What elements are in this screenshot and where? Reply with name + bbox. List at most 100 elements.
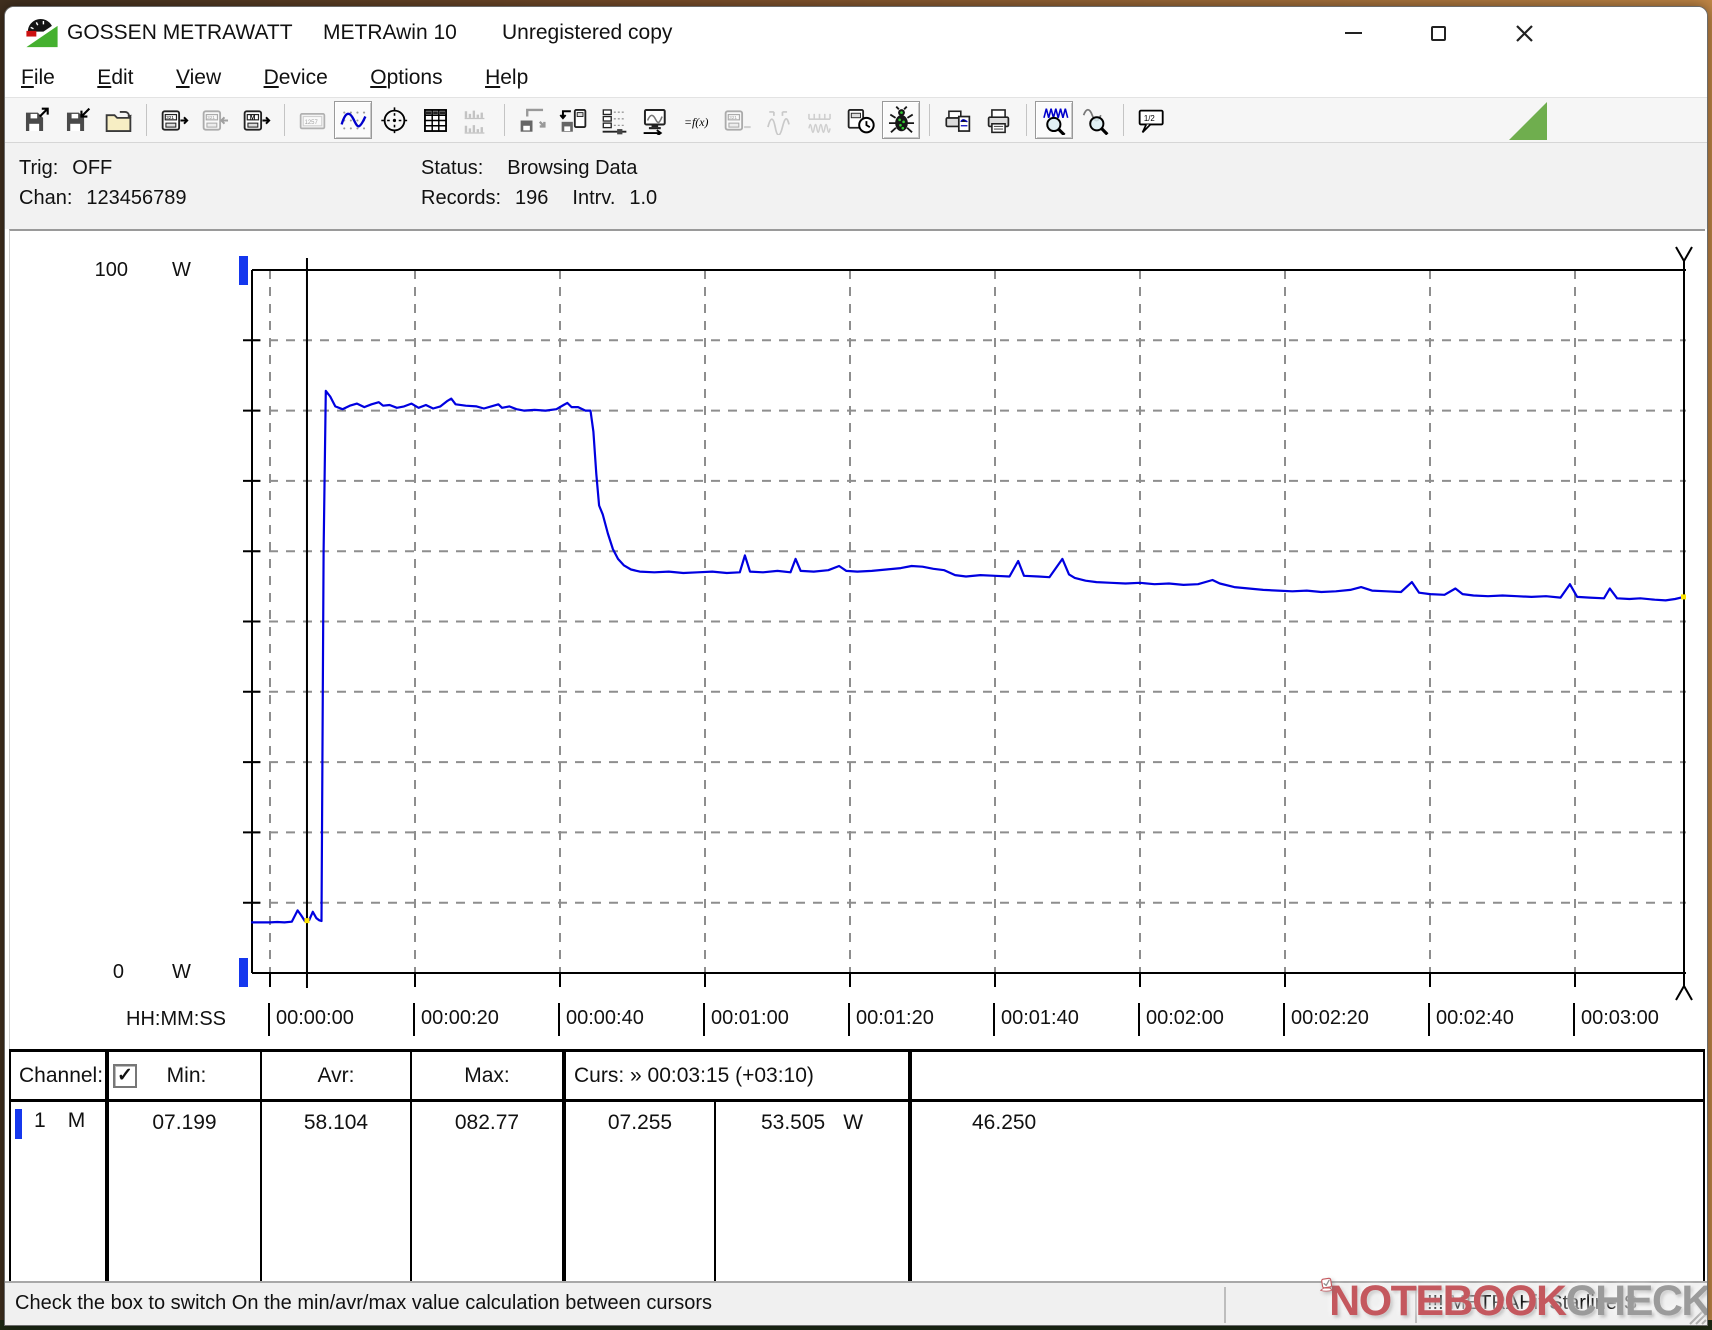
channel-range-marker-bottom: [239, 958, 248, 987]
print-icon: [984, 106, 1013, 135]
menu-device[interactable]: Device: [264, 59, 328, 97]
table-header-min: ✓ Min:: [109, 1052, 262, 1102]
table-header-avr: Avr:: [262, 1052, 412, 1102]
toolbar-button-table-view[interactable]: [416, 101, 454, 139]
svg-text:321: 321: [166, 115, 174, 121]
x-tick-label: 00:02:20: [1283, 1003, 1369, 1036]
close-button[interactable]: [1502, 15, 1546, 51]
toolbar-button-formula[interactable]: =f(x): [677, 101, 715, 139]
x-tick-label: 00:00:00: [268, 1003, 354, 1036]
toolbar-button-wave-low: [759, 101, 797, 139]
toolbar-button-channel-config[interactable]: [595, 101, 633, 139]
x-tick-label: 00:01:20: [848, 1003, 934, 1036]
toolbar-button-transfer-settings[interactable]: [513, 101, 551, 139]
device-name-label: !!! METRAHit Starline-S: [1427, 1292, 1637, 1315]
print-preview-icon: [943, 106, 972, 135]
statusbar-divider: [1224, 1287, 1226, 1323]
menu-help[interactable]: Help: [485, 59, 528, 97]
table-cell-max: 082.77: [412, 1102, 566, 1285]
toolbar-separator: [1123, 104, 1124, 136]
menu-file[interactable]: File: [21, 59, 55, 97]
toolbar-button-store-settings[interactable]: [554, 101, 592, 139]
toolbar-button-zoom-time[interactable]: [1035, 101, 1073, 139]
table-cell-avr: 58.104: [262, 1102, 412, 1285]
toolbar-button-open-file[interactable]: [99, 101, 137, 139]
toolbar-button-zoom-out[interactable]: [1076, 101, 1114, 139]
minmax-checkbox[interactable]: ✓: [113, 1064, 137, 1088]
x-tick-label: 00:03:00: [1573, 1003, 1659, 1036]
wave-high-icon: [805, 106, 834, 135]
y-axis-unit-bottom: W: [172, 958, 191, 986]
toolbar-button-read-memory[interactable]: M: [237, 101, 275, 139]
resize-grip[interactable]: [1685, 1303, 1707, 1325]
y-axis-max-label: 100: [40, 256, 128, 284]
toolbar-button-xy-view[interactable]: [375, 101, 413, 139]
table-cell-min: 07.199: [109, 1102, 262, 1285]
x-tick-label: 00:01:40: [993, 1003, 1079, 1036]
toolbar-button-read-device[interactable]: 321: [155, 101, 193, 139]
toolbar-corner-triangle: [1509, 102, 1547, 140]
numeric-view-icon: 1257: [298, 106, 327, 135]
trigger-status: Trig:OFF: [19, 157, 112, 180]
toolbar-separator: [284, 104, 285, 136]
toolbar-separator: [504, 104, 505, 136]
transfer-settings-icon: [518, 106, 547, 135]
histogram-view-icon: [462, 106, 491, 135]
toolbar-button-monitor[interactable]: [636, 101, 674, 139]
x-tick-label: 00:02:40: [1428, 1003, 1514, 1036]
table-view-icon: [421, 106, 450, 135]
export-file-icon: [22, 106, 51, 135]
measurement-table: Channel: ✓ Min: Avr: Max: Curs: » 00:03:…: [9, 1049, 1705, 1287]
channel-range-marker-top: [239, 256, 248, 285]
toolbar-button-print-preview[interactable]: [938, 101, 976, 139]
menu-options[interactable]: Options: [370, 59, 442, 97]
app-logo-icon: [25, 17, 59, 49]
table-header-diff: [912, 1052, 1703, 1102]
statusbar-divider: [1415, 1287, 1417, 1323]
trend-chart-panel[interactable]: 100 W 0 W HH:MM:SS 00:00:0000:00:2000:00…: [9, 229, 1705, 1049]
table-header-channel: Channel:: [11, 1052, 109, 1102]
minimize-button[interactable]: [1331, 15, 1375, 51]
xy-view-icon: [380, 106, 409, 135]
monitor-icon: [641, 106, 670, 135]
read-device-icon: 321: [160, 106, 189, 135]
license-label: Unregistered copy: [502, 21, 672, 45]
status-message: Check the box to switch On the min/avr/m…: [15, 1292, 712, 1315]
toolbar-button-export-file[interactable]: [17, 101, 55, 139]
zoom-time-icon: [1040, 106, 1069, 135]
device-321-icon: 321: [723, 106, 752, 135]
toolbar-button-trend-view[interactable]: [334, 101, 372, 139]
toolbar-button-wave-high: [800, 101, 838, 139]
x-tick-label: 00:02:00: [1138, 1003, 1224, 1036]
toolbar-separator: [1026, 104, 1027, 136]
x-tick-label: 00:00:20: [413, 1003, 499, 1036]
online-mode-icon: [887, 106, 916, 135]
menu-view[interactable]: View: [176, 59, 221, 97]
toolbar-button-numeric-view: 1257: [293, 101, 331, 139]
info-strip: Trig:OFF Chan:123456789 Status:Browsing …: [5, 143, 1707, 229]
toolbar-button-online-mode[interactable]: [882, 101, 920, 139]
x-axis-format-label: HH:MM:SS: [126, 1003, 226, 1035]
x-tick-label: 00:00:40: [558, 1003, 644, 1036]
toolbar-button-device-321: 321: [718, 101, 756, 139]
toolbar-separator: [929, 104, 930, 136]
close-icon: [1515, 24, 1534, 43]
maximize-button[interactable]: [1416, 15, 1460, 51]
trend-view-icon: [339, 106, 368, 135]
toolbar-button-import-file[interactable]: [58, 101, 96, 139]
records-info: Records:196Intrv.1.0: [421, 187, 657, 210]
store-settings-icon: [559, 106, 588, 135]
menu-edit[interactable]: Edit: [97, 59, 133, 97]
app-title: METRAwin 10: [323, 21, 457, 45]
toolbar: 321321M1257=f(x)3211/2: [5, 97, 1707, 143]
toolbar-button-timer[interactable]: [841, 101, 879, 139]
toolbar-button-write-device: 321: [196, 101, 234, 139]
timer-icon: [846, 106, 875, 135]
import-file-icon: [63, 106, 92, 135]
zoom-out-icon: [1081, 106, 1110, 135]
toolbar-button-print[interactable]: [979, 101, 1017, 139]
toolbar-button-annotation[interactable]: 1/2: [1132, 101, 1170, 139]
svg-text:1257: 1257: [304, 119, 317, 125]
trend-plot[interactable]: [10, 231, 1706, 1051]
svg-text:1/2: 1/2: [1143, 114, 1154, 123]
